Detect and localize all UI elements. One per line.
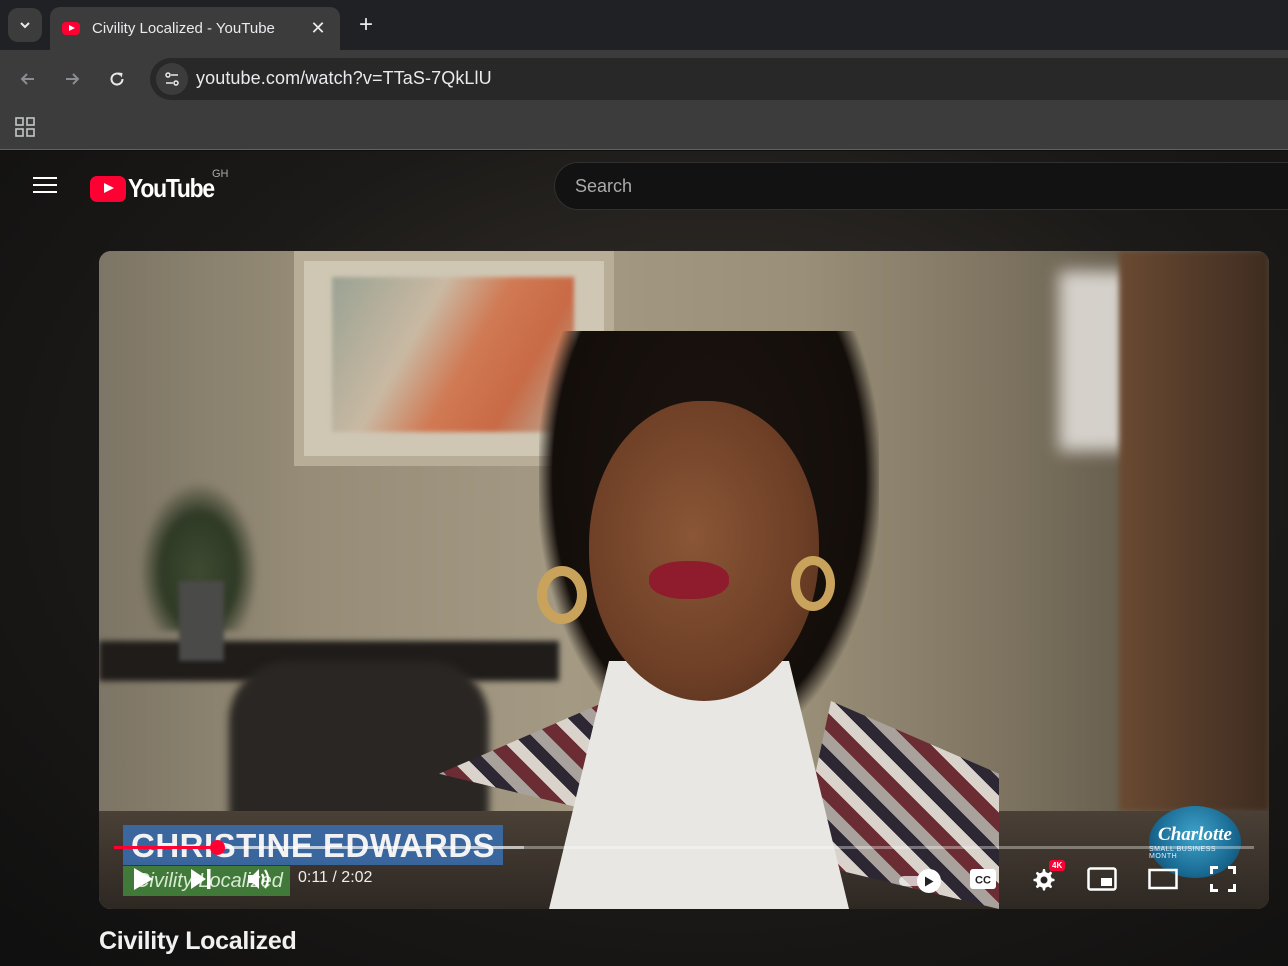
skip-next-icon [191, 869, 211, 889]
mute-button[interactable] [241, 863, 277, 895]
video-title: Civility Localized [99, 927, 297, 955]
badge-text: Charlotte [1158, 824, 1232, 845]
time-display: 0:11 / 2:02 [298, 869, 373, 886]
tab-close-icon[interactable]: ✕ [308, 18, 328, 39]
bookmarks-bar [0, 108, 1288, 150]
reload-icon [110, 72, 124, 86]
new-tab-button[interactable]: + [352, 10, 380, 40]
progress-bar[interactable] [114, 840, 1254, 855]
arrow-left-icon [20, 73, 34, 85]
country-code: GH [212, 168, 229, 180]
youtube-logo[interactable]: YouTube [90, 173, 226, 204]
apps-grid-icon[interactable] [15, 117, 35, 137]
miniplayer-icon [1087, 867, 1117, 891]
site-info-button[interactable] [156, 63, 188, 95]
speaker [399, 331, 1119, 909]
progress-played [114, 846, 218, 849]
theater-mode-icon [1148, 868, 1178, 890]
search-input[interactable]: Search [554, 162, 1288, 210]
youtube-play-logo-icon [90, 175, 126, 202]
reload-button[interactable] [102, 64, 132, 94]
captions-button[interactable]: CC [965, 863, 1001, 895]
video-player[interactable]: CHRISTINE EDWARDS Civility Localized Cha… [99, 251, 1269, 909]
autoplay-toggle[interactable] [899, 867, 941, 893]
fullscreen-button[interactable] [1205, 863, 1241, 895]
fullscreen-icon [1210, 866, 1236, 892]
youtube-page: YouTube GH Search CHRISTINE EDWARDS Civi… [0, 151, 1288, 966]
browser-tab-bar: Civility Localized - YouTube ✕ + [0, 0, 1288, 50]
menu-icon[interactable] [33, 175, 57, 195]
tab-title: Civility Localized - YouTube [92, 20, 275, 37]
forward-button[interactable] [57, 64, 87, 94]
quality-badge: 4K [1049, 860, 1066, 871]
play-icon [134, 868, 153, 890]
arrow-right-icon [66, 73, 80, 85]
youtube-logo-text: YouTube [128, 173, 215, 203]
browser-tab-active[interactable]: Civility Localized - YouTube ✕ [50, 7, 340, 50]
next-button[interactable] [183, 863, 219, 895]
lower-third-name: CHRISTINE EDWARDS [123, 825, 504, 865]
browser-toolbar: youtube.com/watch?v=TTaS-7QkLlU [0, 50, 1288, 108]
play-icon [925, 876, 934, 886]
closed-captions-icon: CC [970, 869, 996, 889]
chevron-down-icon [20, 22, 30, 29]
theater-mode-button[interactable] [1145, 863, 1181, 895]
svg-text:CC: CC [975, 875, 991, 887]
search-placeholder: Search [575, 176, 633, 196]
miniplayer-button[interactable] [1084, 863, 1120, 895]
play-button[interactable] [125, 863, 161, 895]
back-button[interactable] [13, 64, 43, 94]
tune-icon [165, 72, 179, 86]
address-bar[interactable]: youtube.com/watch?v=TTaS-7QkLlU [150, 58, 1288, 100]
url-text: youtube.com/watch?v=TTaS-7QkLlU [196, 68, 492, 88]
youtube-favicon-icon [62, 22, 80, 35]
volume-icon [248, 869, 270, 889]
video-frame [99, 251, 1269, 909]
tab-search-button[interactable] [8, 8, 42, 42]
